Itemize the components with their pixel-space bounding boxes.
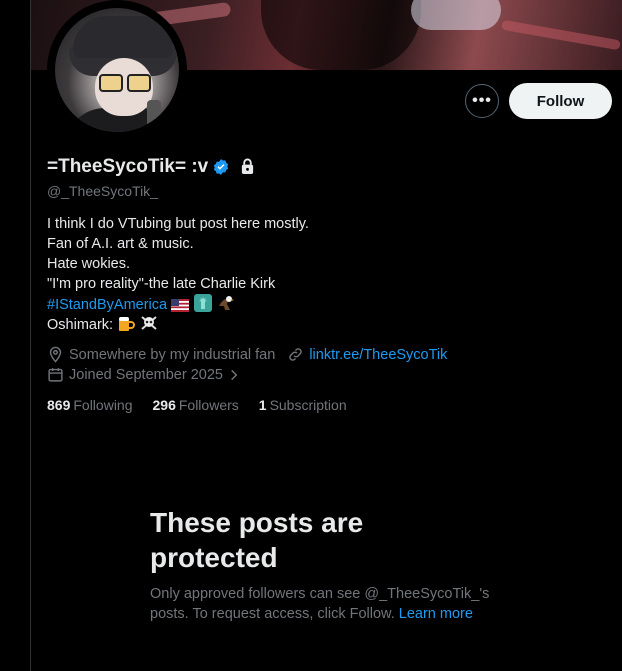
- verified-badge-icon[interactable]: [212, 158, 230, 176]
- calendar-icon: [48, 368, 63, 382]
- following-count: 869: [47, 397, 71, 413]
- bio: I think I do VTubing but post here mostl…: [47, 214, 309, 334]
- followers-count-link[interactable]: 296 Followers: [153, 397, 239, 413]
- following-label: Following: [73, 397, 133, 413]
- followers-label: Followers: [178, 397, 239, 413]
- following-count-link[interactable]: 869 Following: [47, 397, 133, 413]
- location-icon: [49, 346, 62, 363]
- eagle-icon: [217, 294, 235, 318]
- subscriptions-count-link[interactable]: 1 Subscription: [259, 397, 347, 413]
- learn-more-link[interactable]: Learn more: [399, 606, 473, 622]
- lock-icon: [240, 158, 256, 176]
- location-text: Somewhere by my industrial fan: [69, 346, 276, 363]
- display-name-text: =TheeSycoTik= :v: [47, 156, 209, 177]
- website-url[interactable]: linktr.ee/TheeSycoTik: [309, 347, 447, 363]
- follow-label: Follow: [536, 92, 585, 110]
- follow-button[interactable]: Follow: [509, 83, 612, 119]
- followers-count: 296: [152, 397, 176, 413]
- us-flag-icon: [171, 298, 190, 318]
- display-name: =TheeSycoTik= :v: [47, 156, 256, 178]
- bio-line: Hate wokies.: [47, 256, 131, 272]
- link-icon: [289, 348, 303, 361]
- joined-row: Joined September 2025: [47, 366, 246, 383]
- profile-stats: 869 Following 296 Followers 1 Subscription: [47, 397, 367, 413]
- joined-date: Joined September 2025: [69, 366, 223, 383]
- more-icon: •••: [472, 92, 492, 109]
- subscriptions-count: 1: [258, 397, 267, 413]
- bio-line: "I'm pro reality"-the late Charlie Kirk: [47, 276, 276, 292]
- protected-posts-title: These posts are protected: [150, 507, 364, 573]
- hashtag-link[interactable]: #IStandByAmerica: [47, 297, 167, 313]
- more-options-button[interactable]: •••: [465, 84, 499, 118]
- bio-line: I think I do VTubing but post here mostl…: [47, 216, 309, 232]
- bio-line: Fan of A.I. art & music.: [47, 236, 194, 252]
- chevron-right-icon[interactable]: [227, 367, 241, 383]
- profile-meta-row: Somewhere by my industrial fan linktr.ee…: [47, 346, 447, 363]
- oshimark-label: Oshimark:: [47, 317, 114, 333]
- beer-icon: [117, 314, 136, 338]
- statue-of-liberty-icon: [194, 294, 213, 318]
- skull-crossbones-icon: [140, 314, 158, 338]
- website-link[interactable]: linktr.ee/TheeSycoTik: [287, 346, 447, 363]
- avatar[interactable]: [47, 0, 187, 140]
- protected-posts-description: Only approved followers can see @_TheeSy…: [150, 584, 510, 624]
- bio-hashtag-line: #IStandByAmerica: [47, 294, 309, 314]
- username-handle: @_TheeSycoTik_: [47, 183, 158, 199]
- subscriptions-label: Subscription: [269, 397, 347, 413]
- column-border: [30, 0, 31, 671]
